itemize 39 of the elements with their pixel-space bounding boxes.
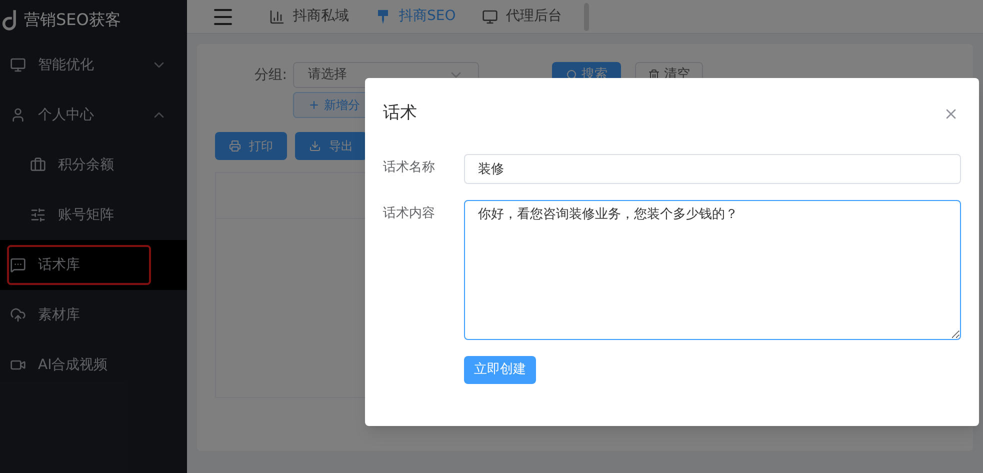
trash-icon bbox=[648, 69, 660, 81]
monitor-icon bbox=[482, 8, 498, 24]
printer-icon bbox=[229, 140, 241, 152]
download-icon bbox=[309, 140, 321, 152]
sliders-icon bbox=[30, 207, 46, 223]
create-button[interactable]: 立即创建 bbox=[464, 356, 536, 384]
name-input[interactable]: 装修 bbox=[464, 154, 961, 184]
chat-icon bbox=[10, 257, 26, 273]
sidebar-label: 个人中心 bbox=[38, 106, 95, 124]
sidebar-label: 素材库 bbox=[38, 306, 80, 324]
sidebar-item[interactable]: 账号矩阵 bbox=[0, 190, 187, 240]
field-label: 话术内容 bbox=[383, 205, 436, 223]
export-button[interactable]: 导出 bbox=[295, 132, 367, 160]
sidebar-label: 账号矩阵 bbox=[58, 206, 114, 224]
logo-text: 营销SEO获客 bbox=[24, 9, 121, 31]
sidebar-item[interactable]: AI合成视频 bbox=[0, 340, 187, 390]
sidebar-item[interactable]: 素材库 bbox=[0, 290, 187, 340]
nav-tab[interactable]: 代理后台 bbox=[472, 0, 572, 34]
content-textarea[interactable]: 你好，看您咨询装修业务，您装个多少钱的？ bbox=[464, 200, 961, 340]
brush-icon bbox=[375, 8, 391, 24]
field-label: 分组: bbox=[253, 66, 288, 85]
print-button[interactable]: 打印 bbox=[215, 132, 287, 160]
sidebar-label: 话术库 bbox=[38, 256, 80, 274]
sidebar-label: 智能优化 bbox=[38, 56, 95, 74]
sidebar-item[interactable]: 积分余额 bbox=[0, 140, 187, 190]
sidebar-group[interactable]: 个人中心 bbox=[0, 90, 187, 140]
briefcase-icon bbox=[30, 157, 46, 173]
sidebar-item[interactable]: 话术库 bbox=[0, 240, 187, 290]
sidebar-group[interactable]: 智能优化 bbox=[0, 40, 187, 90]
plus-icon bbox=[308, 99, 320, 111]
nav-tab[interactable]: 抖商私域 bbox=[259, 0, 359, 34]
field-label: 话术名称 bbox=[383, 159, 436, 177]
sidebar-label: AI合成视频 bbox=[38, 356, 108, 374]
bar-chart-icon bbox=[269, 8, 285, 24]
nav-tab[interactable]: 抖商SEO bbox=[365, 0, 466, 34]
cloud-upload-icon bbox=[10, 307, 26, 323]
monitor-icon bbox=[10, 57, 26, 73]
sidebar-label: 积分余额 bbox=[58, 156, 114, 174]
user-icon bbox=[10, 107, 26, 123]
